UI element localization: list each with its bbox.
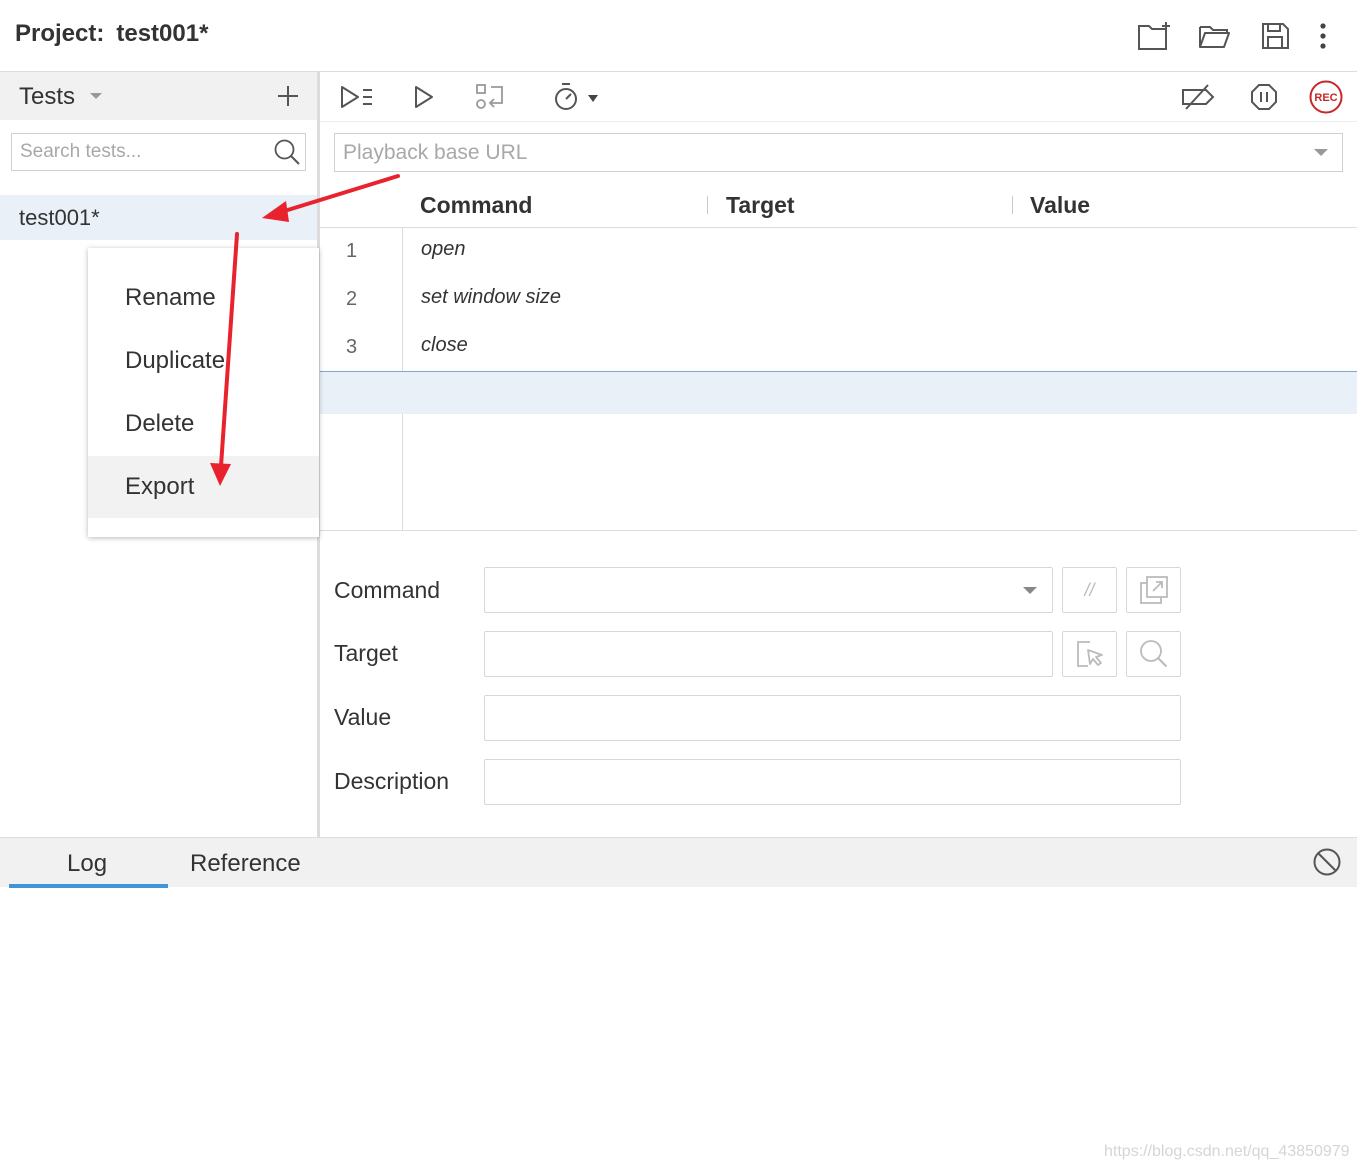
menu-item-delete[interactable]: Delete	[88, 393, 319, 455]
speed-icon[interactable]	[546, 80, 602, 114]
menu-item-label: Duplicate	[125, 347, 226, 374]
comment-icon: //	[1084, 579, 1095, 600]
select-target-button[interactable]	[1062, 631, 1117, 677]
test-list-item[interactable]: test001*	[0, 195, 317, 240]
search-icon	[274, 139, 300, 165]
menu-item-label: Rename	[125, 284, 216, 311]
table-row[interactable]: 3 close	[320, 324, 1357, 372]
add-test-icon[interactable]	[274, 80, 302, 112]
row-number: 2	[346, 288, 358, 310]
run-all-tests-icon[interactable]	[338, 80, 376, 114]
column-header-target: Target	[726, 192, 795, 218]
column-resize-handle[interactable]	[1012, 196, 1013, 214]
target-field	[484, 631, 1053, 677]
row-command: close	[421, 334, 468, 356]
clear-log-icon[interactable]	[1312, 847, 1342, 877]
table-row-new[interactable]	[320, 371, 1357, 414]
project-name: test001*	[116, 20, 209, 47]
command-combobox	[484, 567, 1053, 613]
playback-toolbar: REC	[320, 72, 1357, 122]
more-options-icon[interactable]	[1305, 18, 1341, 54]
search-tests-field	[11, 133, 306, 171]
search-input[interactable]	[12, 134, 262, 170]
record-button[interactable]: REC	[1307, 80, 1345, 114]
command-input[interactable]	[485, 568, 1005, 612]
console-tab-bar: Log Reference	[0, 837, 1357, 888]
value-field	[484, 695, 1181, 741]
tests-dropdown-label[interactable]: Tests	[19, 83, 75, 111]
description-input[interactable]	[485, 760, 1180, 804]
search-icon	[1139, 640, 1167, 668]
table-row[interactable]: 1 open	[320, 228, 1357, 276]
column-header-value: Value	[1030, 192, 1091, 218]
menu-item-duplicate[interactable]: Duplicate	[88, 330, 319, 392]
save-project-icon[interactable]	[1257, 18, 1293, 54]
active-tab-indicator	[9, 884, 168, 888]
base-url-input[interactable]	[335, 134, 1285, 171]
table-row[interactable]: 2 set window size	[320, 276, 1357, 324]
tab-reference[interactable]: Reference	[190, 850, 301, 878]
find-target-button[interactable]	[1126, 631, 1181, 677]
disable-breakpoints-icon[interactable]	[1179, 80, 1217, 114]
target-input[interactable]	[485, 632, 1052, 676]
menu-item-rename[interactable]: Rename	[88, 267, 319, 329]
pause-on-exceptions-icon[interactable]	[1245, 80, 1283, 114]
open-project-icon[interactable]	[1197, 18, 1233, 54]
value-label: Value	[334, 704, 392, 730]
select-element-icon	[1076, 641, 1103, 667]
row-command: open	[421, 238, 466, 260]
row-number: 3	[346, 336, 358, 358]
app-header: Project: test001*	[0, 0, 1357, 72]
test-item-label: test001*	[19, 205, 100, 230]
menu-item-export[interactable]: Export	[88, 456, 319, 518]
value-input[interactable]	[485, 696, 1180, 740]
chevron-down-icon[interactable]	[90, 93, 102, 99]
step-over-icon[interactable]	[471, 80, 509, 114]
column-resize-handle[interactable]	[707, 196, 708, 214]
row-command: set window size	[421, 286, 562, 308]
run-current-test-icon[interactable]	[405, 80, 443, 114]
test-context-menu: Rename Duplicate Delete Export	[88, 248, 319, 537]
chevron-down-icon[interactable]	[1314, 149, 1328, 156]
watermark: https://blog.csdn.net/qq_43850979	[1104, 1143, 1350, 1160]
chevron-down-icon[interactable]	[1023, 587, 1037, 594]
description-field	[484, 759, 1181, 805]
comment-toggle-button[interactable]: //	[1062, 567, 1117, 613]
open-external-icon	[1139, 576, 1168, 604]
column-header-command: Command	[420, 192, 533, 218]
command-table-header: Command Target Value	[320, 182, 1357, 228]
row-number: 1	[346, 240, 358, 262]
record-label: REC	[1314, 92, 1337, 104]
tests-header: Tests	[0, 72, 317, 120]
menu-item-label: Export	[125, 473, 195, 500]
command-label: Command	[334, 577, 441, 603]
command-table: 1 open 2 set window size 3 close	[320, 228, 1357, 531]
target-label: Target	[334, 640, 398, 666]
base-url-combobox	[334, 133, 1343, 172]
project-title[interactable]: Project: test001*	[15, 20, 208, 48]
new-project-icon[interactable]	[1137, 18, 1173, 54]
description-label: Description	[334, 768, 450, 794]
open-reference-button[interactable]	[1126, 567, 1181, 613]
tab-log[interactable]: Log	[67, 850, 107, 878]
project-label: Project:	[15, 20, 105, 47]
menu-item-label: Delete	[125, 410, 195, 437]
